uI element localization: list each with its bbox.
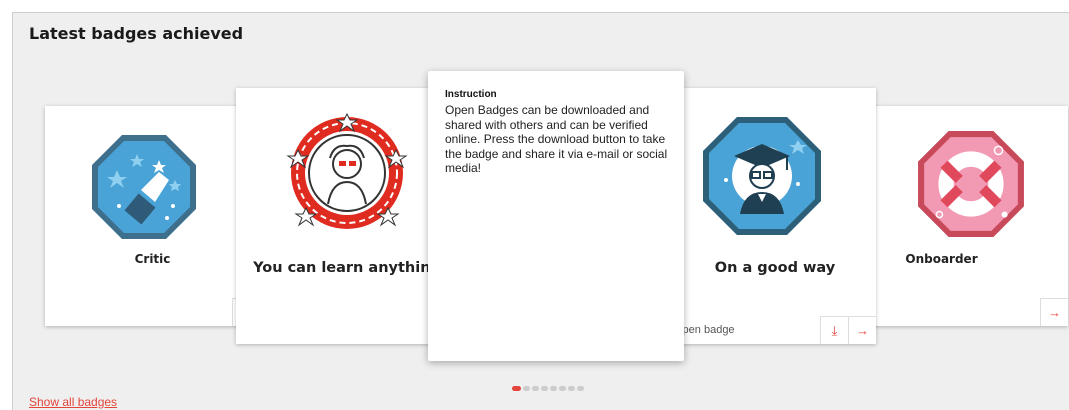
panel-title: Latest badges achieved xyxy=(29,24,244,43)
carousel-dot[interactable] xyxy=(523,386,530,391)
show-all-badges-link[interactable]: Show all badges xyxy=(29,395,117,409)
carousel-dot[interactable] xyxy=(541,386,548,391)
badge-card-critic[interactable]: Critic → xyxy=(45,106,260,326)
open-badge-button[interactable]: → xyxy=(1040,298,1068,326)
carousel-dot[interactable] xyxy=(512,386,521,391)
download-icon: ⤓ xyxy=(831,322,838,338)
graduate-badge-icon xyxy=(703,117,821,235)
download-badge-button[interactable]: ⤓ xyxy=(820,316,848,344)
learn-badge-icon xyxy=(286,112,408,229)
carousel-pagination xyxy=(512,386,584,391)
badge-name: You can learn anything xyxy=(253,260,441,276)
critic-badge-icon xyxy=(92,135,196,239)
carousel-dot[interactable] xyxy=(577,386,584,391)
instruction-heading: Instruction xyxy=(445,89,497,100)
carousel-dot[interactable] xyxy=(550,386,557,391)
arrow-right-icon: → xyxy=(856,323,869,338)
instruction-text: Open Badges can be downloaded and shared… xyxy=(445,103,668,175)
badge-name: Critic xyxy=(134,252,171,266)
badge-name: On a good way xyxy=(714,260,836,276)
instruction-popup: Instruction Open Badges can be downloade… xyxy=(428,71,684,361)
carousel-dot[interactable] xyxy=(532,386,539,391)
carousel-dot[interactable] xyxy=(559,386,566,391)
carousel-dot[interactable] xyxy=(568,386,575,391)
badge-card-learn[interactable]: You can learn anything xyxy=(236,88,458,344)
open-badge-button[interactable]: → xyxy=(848,316,876,344)
badges-panel: Latest badges achieved Critic → xyxy=(12,12,1069,410)
arrow-right-icon: → xyxy=(1048,305,1061,320)
lifebuoy-badge-icon xyxy=(918,131,1024,237)
badge-card-good-way[interactable]: On a good way Open badge ⤓ → xyxy=(674,88,876,344)
